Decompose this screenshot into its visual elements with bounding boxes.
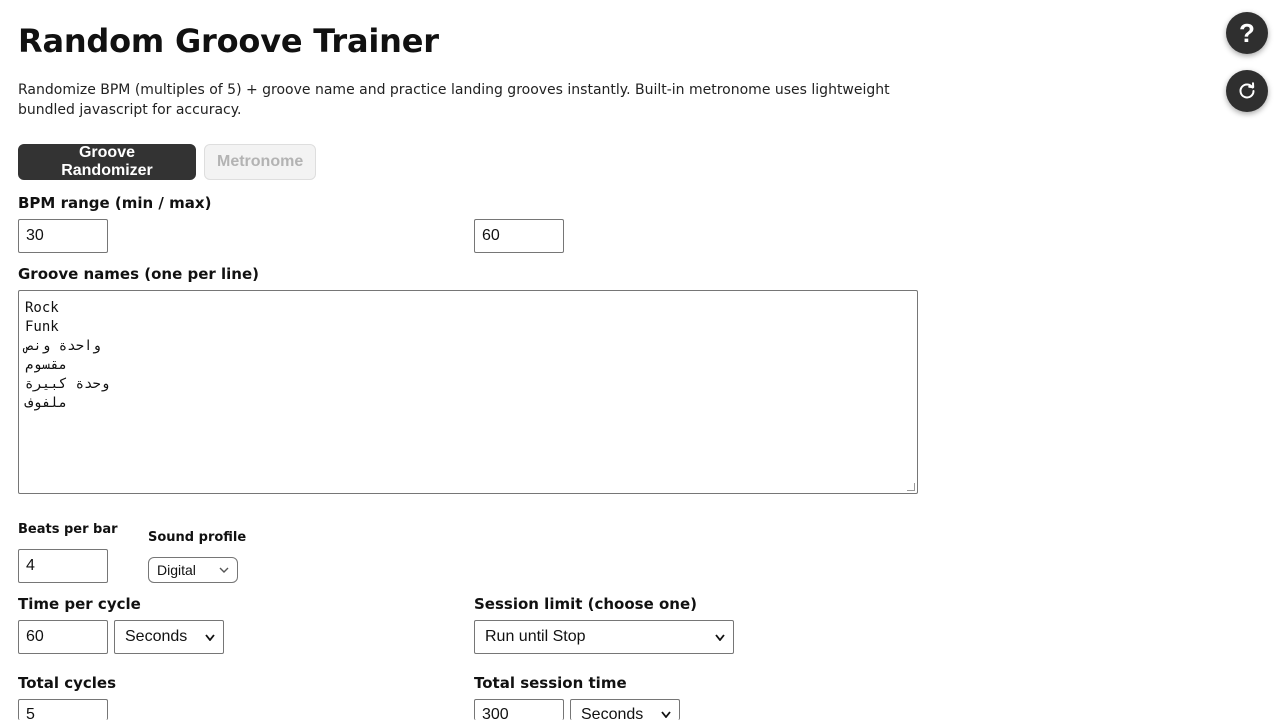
session-limit-value: Run until Stop — [485, 628, 586, 645]
groove-names-label: Groove names (one per line) — [18, 265, 260, 283]
tab-groove-randomizer[interactable]: Groove Randomizer — [18, 144, 196, 180]
total-session-time-unit-select[interactable]: Seconds — [570, 699, 680, 720]
time-per-cycle-unit-select[interactable]: Seconds — [114, 620, 224, 654]
chevron-down-icon — [205, 633, 215, 641]
total-cycles-input[interactable]: 5 — [18, 699, 108, 720]
total-session-time-unit: Seconds — [581, 706, 644, 720]
time-per-cycle-value: 60 — [26, 628, 44, 645]
bpm-range-label: BPM range (min / max) — [18, 194, 212, 212]
groove-line: وحدة كبيرة — [25, 376, 110, 392]
time-per-cycle-input[interactable]: 60 — [18, 620, 108, 654]
page-description: Randomize BPM (multiples of 5) + groove … — [18, 82, 890, 118]
sound-profile-select[interactable]: Digital — [148, 557, 238, 583]
bpm-max-input[interactable]: 60 — [474, 219, 564, 253]
groove-line: مقسوم — [25, 357, 68, 373]
question-icon: ? — [1239, 17, 1255, 48]
beats-per-bar-value: 4 — [26, 557, 35, 574]
total-session-time-value: 300 — [482, 706, 509, 720]
total-cycles-label: Total cycles — [18, 674, 117, 692]
session-limit-label: Session limit (choose one) — [474, 595, 698, 613]
reset-button[interactable] — [1226, 70, 1268, 112]
refresh-icon — [1237, 81, 1257, 101]
bpm-min-input[interactable]: 30 — [18, 219, 108, 253]
total-cycles-value: 5 — [26, 706, 35, 720]
session-limit-select[interactable]: Run until Stop — [474, 620, 734, 654]
beats-per-bar-label: Beats per bar — [18, 522, 118, 537]
resize-handle-icon[interactable] — [907, 483, 915, 491]
groove-line: ملفوف — [25, 395, 68, 411]
groove-names-textarea[interactable]: Rock Funk واحدة ونص مقسوم وحدة كبيرة ملف… — [18, 290, 918, 494]
help-button[interactable]: ? — [1226, 12, 1268, 54]
time-per-cycle-label: Time per cycle — [18, 595, 141, 613]
tab-metronome[interactable]: Metronome — [204, 144, 316, 180]
app-page: Random Groove Trainer Randomize BPM (mul… — [0, 0, 1280, 720]
bpm-min-value: 30 — [26, 227, 44, 244]
sound-profile-label: Sound profile — [148, 530, 247, 545]
sound-profile-value: Digital — [157, 562, 196, 578]
beats-per-bar-input[interactable]: 4 — [18, 549, 108, 583]
bpm-max-value: 60 — [482, 227, 500, 244]
total-session-time-label: Total session time — [474, 674, 627, 692]
groove-line: Rock — [25, 300, 59, 316]
chevron-down-icon — [715, 633, 725, 641]
chevron-down-icon — [661, 706, 671, 718]
time-per-cycle-unit: Seconds — [125, 628, 188, 645]
total-session-time-input[interactable]: 300 — [474, 699, 564, 720]
chevron-down-icon — [219, 567, 229, 573]
groove-line: Funk — [25, 319, 59, 335]
groove-line: واحدة ونص — [25, 338, 101, 354]
page-title: Random Groove Trainer — [18, 22, 439, 60]
